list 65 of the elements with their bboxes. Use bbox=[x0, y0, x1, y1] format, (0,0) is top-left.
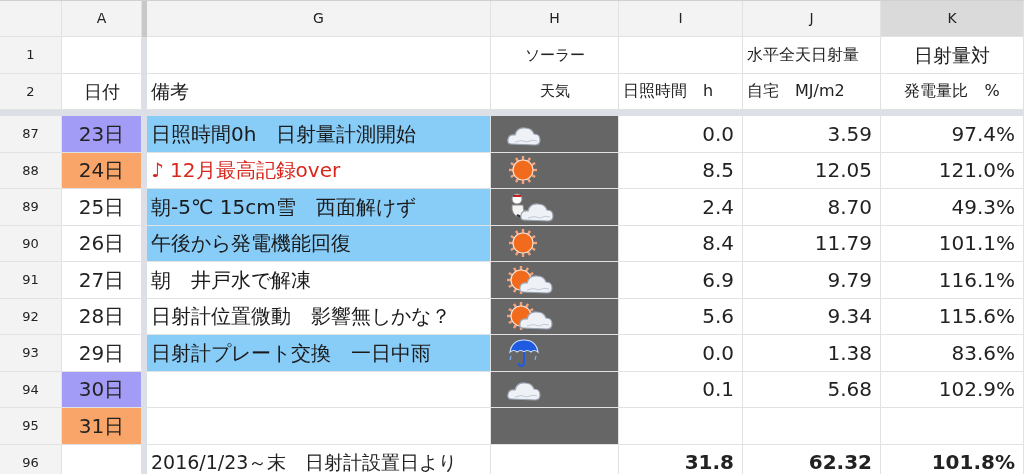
table-cell: 8.5 bbox=[619, 152, 743, 189]
date-cell: 28日 bbox=[62, 298, 142, 335]
table-cell: 0.0 bbox=[619, 335, 743, 372]
column-header[interactable]: H bbox=[491, 1, 619, 37]
row-header[interactable]: 93 bbox=[0, 335, 62, 372]
table-cell: 1.38 bbox=[743, 335, 881, 372]
date-cell: 27日 bbox=[62, 262, 142, 299]
column-header[interactable]: K bbox=[881, 1, 1024, 37]
column-title: ソーラー bbox=[491, 37, 619, 74]
row-header[interactable]: 92 bbox=[0, 298, 62, 335]
table-cell: 0.1 bbox=[619, 371, 743, 408]
table-cell: 0.0 bbox=[619, 116, 743, 153]
note-cell: 午後から発電機能回復 bbox=[147, 225, 491, 262]
column-header[interactable]: A bbox=[62, 1, 142, 37]
column-header[interactable]: J bbox=[743, 1, 881, 37]
table-cell: 11.79 bbox=[743, 225, 881, 262]
date-cell: 26日 bbox=[62, 225, 142, 262]
table-cell: 2016/1/23～末 日射計設置日より bbox=[147, 444, 491, 474]
column-title: 水平全天日射量 bbox=[743, 37, 881, 74]
row-header[interactable]: 1 bbox=[0, 37, 62, 74]
table-cell: 102.9% bbox=[881, 371, 1024, 408]
column-header[interactable]: I bbox=[619, 1, 743, 37]
row-header[interactable]: 90 bbox=[0, 225, 62, 262]
column-title: 日射量対 bbox=[881, 37, 1024, 74]
column-header[interactable]: G bbox=[147, 1, 491, 37]
note-cell: 日射計プレート交換 一日中雨 bbox=[147, 335, 491, 372]
table-cell: 8.70 bbox=[743, 189, 881, 226]
date-cell: 29日 bbox=[62, 335, 142, 372]
row-header[interactable]: 89 bbox=[0, 189, 62, 226]
table-cell: 101.8% bbox=[881, 444, 1024, 474]
note-cell: 朝 井戸水で解凍 bbox=[147, 262, 491, 299]
table-cell: 115.6% bbox=[881, 298, 1024, 335]
table-cell: 101.1% bbox=[881, 225, 1024, 262]
row-header[interactable]: 96 bbox=[0, 444, 62, 474]
table-cell: 3.59 bbox=[743, 116, 881, 153]
table-cell: 12.05 bbox=[743, 152, 881, 189]
row-header[interactable]: 91 bbox=[0, 262, 62, 299]
date-cell: 24日 bbox=[62, 152, 142, 189]
table-cell: 9.34 bbox=[743, 298, 881, 335]
table-cell: 62.32 bbox=[743, 444, 881, 474]
row-header[interactable]: 88 bbox=[0, 152, 62, 189]
table-cell: 116.1% bbox=[881, 262, 1024, 299]
table-cell: 6.9 bbox=[619, 262, 743, 299]
date-cell: 23日 bbox=[62, 116, 142, 153]
date-cell: 30日 bbox=[62, 371, 142, 408]
table-cell: 9.79 bbox=[743, 262, 881, 299]
table-cell: 2.4 bbox=[619, 189, 743, 226]
table-cell: 31.8 bbox=[619, 444, 743, 474]
note-cell: ♪ 12月最高記録over bbox=[147, 152, 491, 189]
table-cell: 83.6% bbox=[881, 335, 1024, 372]
row-header[interactable]: 87 bbox=[0, 116, 62, 153]
date-cell: 31日 bbox=[62, 408, 142, 445]
note-cell: 日照時間0h 日射量計測開始 bbox=[147, 116, 491, 153]
row-header[interactable]: 94 bbox=[0, 371, 62, 408]
table-cell: 121.0% bbox=[881, 152, 1024, 189]
table-cell: 8.4 bbox=[619, 225, 743, 262]
table-cell: 5.6 bbox=[619, 298, 743, 335]
row-header[interactable]: 95 bbox=[0, 408, 62, 445]
row-header[interactable]: 2 bbox=[0, 73, 62, 110]
table-cell: 49.3% bbox=[881, 189, 1024, 226]
table-cell: 97.4% bbox=[881, 116, 1024, 153]
note-cell: 日射計位置微動 影響無しかな？ bbox=[147, 298, 491, 335]
note-cell: 朝-5℃ 15cm雪 西面解けず bbox=[147, 189, 491, 226]
date-cell: 25日 bbox=[62, 189, 142, 226]
table-cell: 5.68 bbox=[743, 371, 881, 408]
